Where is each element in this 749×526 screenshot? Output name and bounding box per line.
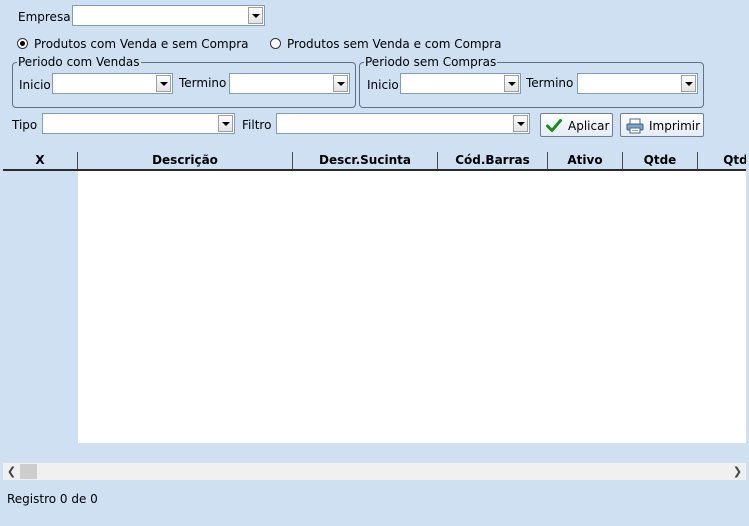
empresa-combo[interactable] (72, 5, 265, 26)
compras-inicio-label: Inicio (367, 78, 399, 92)
grid-header: X Descrição Descr.Sucinta Cód.Barras Ati… (3, 152, 746, 171)
vendas-termino-combo[interactable] (229, 73, 350, 94)
periodo-vendas-group: Periodo com Vendas Inicio Termino (12, 55, 356, 108)
chevron-down-icon[interactable] (333, 75, 348, 92)
periodo-vendas-legend: Periodo com Vendas (17, 55, 141, 69)
column-header-descr-sucinta[interactable]: Descr.Sucinta (293, 152, 438, 169)
vendas-termino-label: Termino (179, 76, 227, 90)
compras-termino-combo[interactable] (577, 73, 698, 94)
checkmark-icon (546, 119, 562, 132)
chevron-down-icon[interactable] (513, 115, 528, 132)
column-header-x[interactable]: X (3, 152, 78, 169)
radio-sem-venda-label[interactable]: Produtos sem Venda e com Compra (287, 37, 502, 51)
filtro-label: Filtro (242, 118, 272, 132)
aplicar-label: Aplicar (568, 119, 610, 133)
column-header-qtde[interactable]: Qtde (623, 152, 698, 169)
filtro-combo[interactable] (276, 113, 530, 134)
periodo-compras-group: Periodo sem Compras Inicio Termino (359, 55, 704, 108)
periodo-compras-legend: Periodo sem Compras (364, 55, 498, 69)
horizontal-scrollbar[interactable]: ❮ ❯ (3, 463, 746, 480)
scrollbar-thumb[interactable] (20, 464, 37, 479)
row-indicator-column (3, 171, 78, 443)
tipo-label: Tipo (12, 118, 38, 132)
tipo-combo[interactable] (42, 113, 235, 134)
grid-body[interactable] (3, 171, 746, 443)
vendas-inicio-combo[interactable] (52, 73, 173, 94)
chevron-down-icon[interactable] (156, 75, 171, 92)
vendas-inicio-label: Inicio (19, 78, 51, 92)
empresa-label: Empresa (18, 10, 71, 24)
column-header-cod-barras[interactable]: Cód.Barras (438, 152, 548, 169)
scroll-left-icon[interactable]: ❮ (3, 463, 20, 480)
radio-com-venda-label[interactable]: Produtos com Venda e sem Compra (34, 37, 249, 51)
column-header-descricao[interactable]: Descrição (78, 152, 293, 169)
radio-sem-venda[interactable] (270, 38, 281, 49)
chevron-down-icon[interactable] (218, 115, 233, 132)
aplicar-button[interactable]: Aplicar (540, 113, 613, 137)
column-header-qtd[interactable]: Qtd (698, 152, 746, 169)
chevron-down-icon[interactable] (504, 75, 519, 92)
scroll-right-icon[interactable]: ❯ (729, 463, 746, 480)
compras-inicio-combo[interactable] (400, 73, 521, 94)
status-text: Registro 0 de 0 (7, 492, 98, 506)
imprimir-label: Imprimir (649, 119, 701, 133)
column-header-ativo[interactable]: Ativo (548, 152, 623, 169)
printer-icon (626, 118, 644, 134)
chevron-down-icon[interactable] (248, 7, 263, 24)
chevron-down-icon[interactable] (681, 75, 696, 92)
imprimir-button[interactable]: Imprimir (620, 113, 704, 137)
compras-termino-label: Termino (526, 76, 574, 90)
radio-com-venda[interactable] (17, 38, 28, 49)
